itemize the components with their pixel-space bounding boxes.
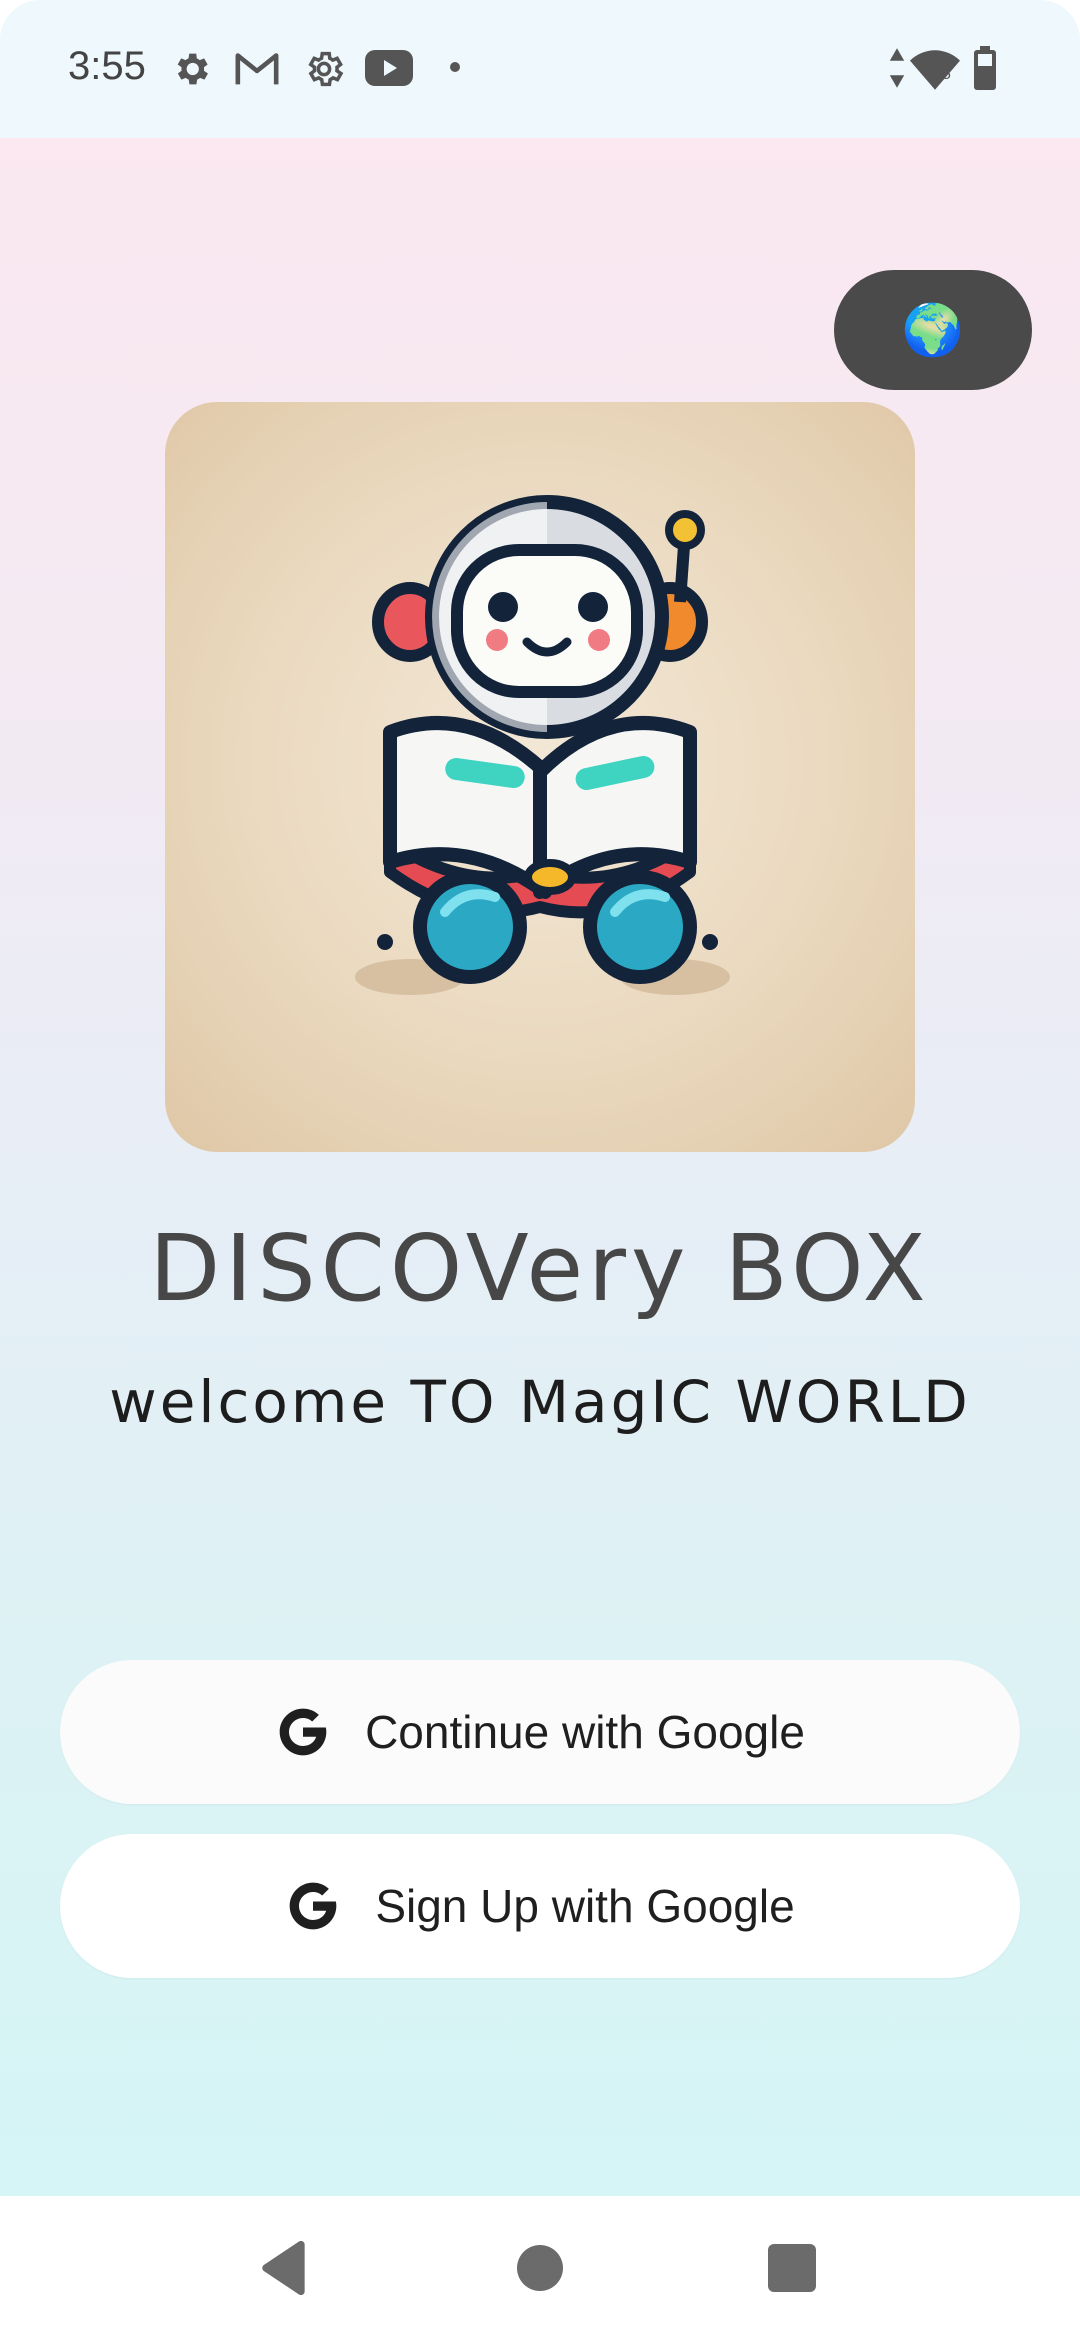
app-title: DISCOVery BOX bbox=[149, 1215, 931, 1322]
gmail-icon bbox=[235, 53, 279, 85]
status-time: 3:55 bbox=[68, 44, 146, 88]
home-button[interactable] bbox=[510, 2238, 570, 2298]
dot-icon bbox=[450, 62, 460, 72]
sign-up-with-google-button[interactable]: Sign Up with Google bbox=[60, 1834, 1020, 1978]
youtube-icon bbox=[365, 50, 413, 86]
home-icon bbox=[517, 2245, 563, 2291]
settings-icon bbox=[308, 51, 344, 87]
language-button[interactable]: 🌍 bbox=[834, 270, 1032, 390]
google-g-icon bbox=[279, 1708, 327, 1756]
wifi-badge: 5 bbox=[942, 66, 951, 83]
robot-reading-book-illustration bbox=[355, 495, 730, 995]
data-arrows-icon bbox=[889, 48, 905, 88]
continue-with-google-button[interactable]: Continue with Google bbox=[60, 1660, 1020, 1804]
wifi-icon bbox=[910, 50, 960, 90]
status-bar: 3:55 5 bbox=[0, 0, 1080, 138]
app-subtitle: welcome TO MagIC WORLD bbox=[109, 1368, 971, 1436]
recents-button[interactable] bbox=[762, 2238, 822, 2298]
sign-up-with-google-label: Sign Up with Google bbox=[375, 1880, 795, 1932]
google-g-icon bbox=[289, 1882, 337, 1930]
back-icon bbox=[262, 2241, 305, 2295]
hero-image bbox=[165, 402, 915, 1152]
continue-with-google-label: Continue with Google bbox=[365, 1706, 805, 1758]
navigation-bar bbox=[0, 2196, 1080, 2340]
battery-icon bbox=[974, 46, 996, 90]
settings-icon bbox=[177, 53, 208, 85]
globe-icon: 🌍 bbox=[901, 302, 965, 358]
recents-icon bbox=[768, 2244, 816, 2292]
back-button[interactable] bbox=[255, 2238, 315, 2298]
